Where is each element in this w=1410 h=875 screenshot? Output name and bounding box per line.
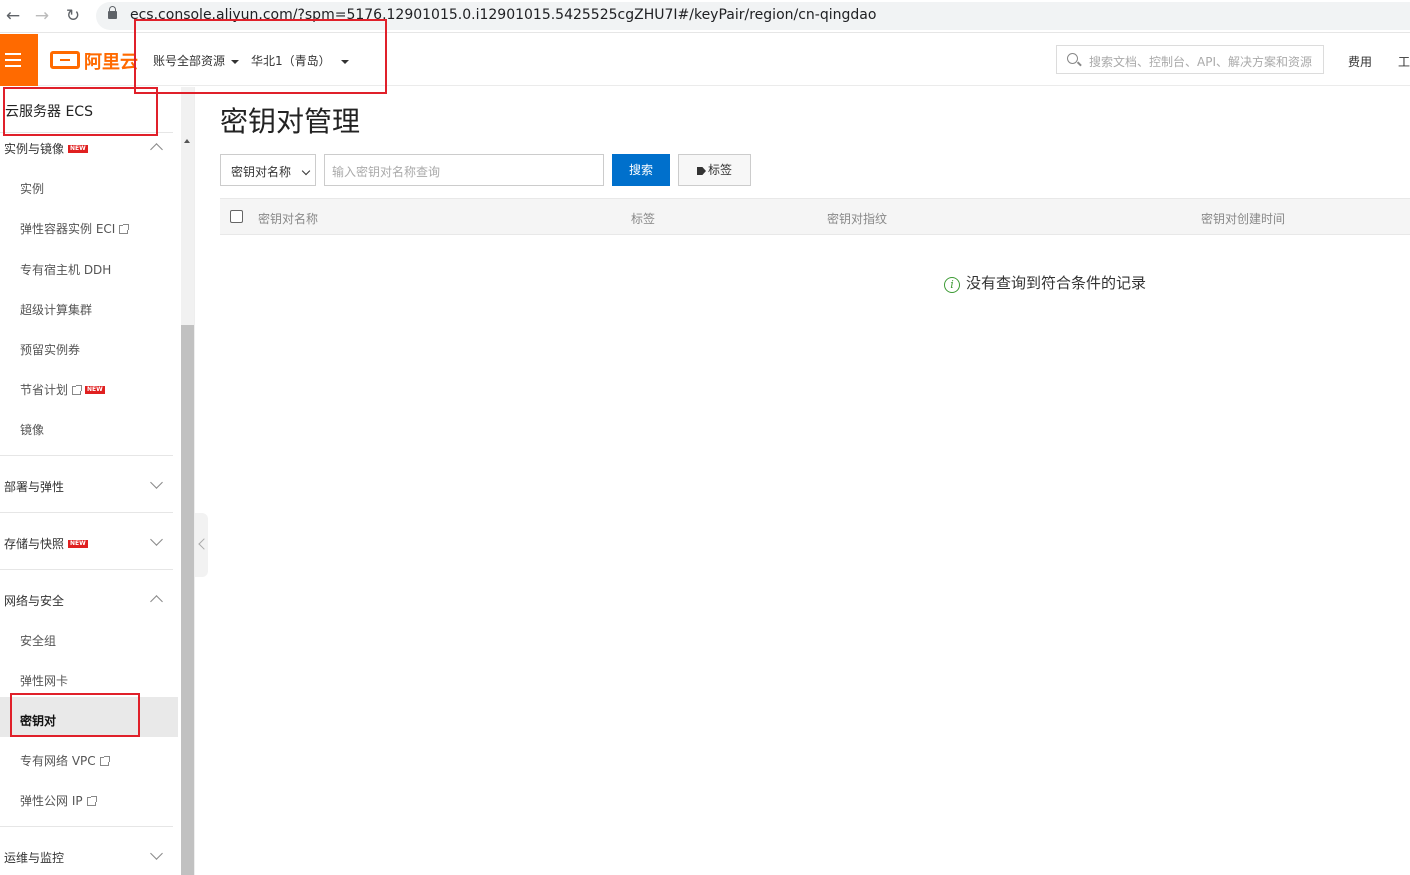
column-header-created-time: 密钥对创建时间 xyxy=(1201,212,1286,226)
sidebar: 云服务器 ECS 实例与镜像 NEW 实例 弹性容器实例 ECI 专有宿主机 DD… xyxy=(0,87,195,875)
browser-bar: ← → ↻ ecs.console.aliyun.com/?spm=5176.1… xyxy=(0,0,1410,33)
sidebar-collapse-handle[interactable] xyxy=(195,513,208,577)
column-header-name: 密钥对名称 xyxy=(258,212,319,226)
sidebar-item-instances[interactable]: 实例 xyxy=(20,180,44,197)
chevron-down-icon[interactable] xyxy=(150,533,163,546)
info-icon: i xyxy=(944,277,960,293)
chevron-down-icon[interactable] xyxy=(150,476,163,489)
region-dropdown[interactable]: 华北1（青岛） xyxy=(251,52,349,69)
group-label: 存储与快照 xyxy=(4,537,65,551)
sidebar-item-key-pairs[interactable]: 密钥对 xyxy=(20,712,56,729)
sidebar-item-vpc[interactable]: 专有网络 VPC xyxy=(20,752,110,769)
item-label: 弹性容器实例 ECI xyxy=(20,222,116,236)
aliyun-logo-icon xyxy=(50,51,80,69)
sidebar-item-scc[interactable]: 超级计算集群 xyxy=(20,301,92,318)
new-badge: NEW xyxy=(68,540,88,548)
divider xyxy=(0,569,173,570)
sidebar-item-eni[interactable]: 弹性网卡 xyxy=(20,672,68,689)
external-link-icon xyxy=(99,756,110,766)
scroll-up-arrow-icon[interactable] xyxy=(184,139,190,143)
sidebar-group-deploy-elastic[interactable]: 部署与弹性 xyxy=(4,478,64,495)
external-link-icon xyxy=(119,224,130,234)
table-header: 密钥对名称 标签 密钥对指纹 密钥对创建时间 xyxy=(220,198,1410,235)
chevron-down-icon xyxy=(301,166,311,176)
chevron-up-icon[interactable] xyxy=(150,595,163,608)
keypair-search-input[interactable]: 输入密钥对名称查询 xyxy=(324,154,604,186)
sidebar-title: 云服务器 ECS xyxy=(5,104,93,120)
lock-icon xyxy=(108,6,117,19)
filter-select-value: 密钥对名称 xyxy=(231,165,292,179)
search-button[interactable]: 搜索 xyxy=(612,154,670,186)
reload-icon[interactable]: ↻ xyxy=(62,5,84,27)
sidebar-item-reserved-instances[interactable]: 预留实例券 xyxy=(20,341,80,358)
chevron-up-icon[interactable] xyxy=(150,143,163,156)
external-link-icon xyxy=(86,796,97,806)
account-dropdown-label: 账号全部资源 xyxy=(153,54,226,68)
sidebar-item-savings-plan[interactable]: 节省计划 NEW xyxy=(20,381,105,398)
divider xyxy=(0,132,173,133)
tag-button[interactable]: 标签 xyxy=(678,154,751,186)
filter-field-select[interactable]: 密钥对名称 xyxy=(220,154,316,186)
search-icon xyxy=(1067,53,1078,64)
caret-down-icon xyxy=(231,59,240,64)
menu-icon[interactable] xyxy=(0,34,38,86)
sidebar-group-network-security[interactable]: 网络与安全 xyxy=(4,592,64,609)
sidebar-item-eci[interactable]: 弹性容器实例 ECI xyxy=(20,220,130,237)
region-dropdown-label: 华北1（青岛） xyxy=(251,54,331,68)
sidebar-item-security-groups[interactable]: 安全组 xyxy=(20,632,56,649)
fee-link[interactable]: 费用 xyxy=(1348,53,1372,70)
column-header-tags: 标签 xyxy=(631,212,656,226)
caret-down-icon xyxy=(340,59,349,64)
new-badge: NEW xyxy=(68,145,88,153)
global-search-placeholder: 搜索文档、控制台、API、解决方案和资源 xyxy=(1089,55,1312,69)
forward-arrow-icon[interactable]: → xyxy=(31,5,53,27)
page-title: 密钥对管理 xyxy=(220,105,361,138)
external-link-icon xyxy=(72,385,83,395)
item-label: 节省计划 xyxy=(20,383,69,397)
chevron-down-icon[interactable] xyxy=(150,847,163,860)
account-resource-dropdown[interactable]: 账号全部资源 xyxy=(153,52,240,69)
sidebar-item-images[interactable]: 镜像 xyxy=(20,421,44,438)
address-bar[interactable]: ecs.console.aliyun.com/?spm=5176.1290101… xyxy=(96,2,1410,30)
item-label: 专有网络 VPC xyxy=(20,754,96,768)
tag-icon xyxy=(696,167,706,175)
sidebar-item-eip[interactable]: 弹性公网 IP xyxy=(20,792,97,809)
global-search-input[interactable]: 搜索文档、控制台、API、解决方案和资源 xyxy=(1056,45,1324,74)
sidebar-group-storage-snapshots[interactable]: 存储与快照 NEW xyxy=(4,535,88,552)
group-label: 实例与镜像 xyxy=(4,142,65,156)
logo-text: 阿里云 xyxy=(84,52,138,73)
divider xyxy=(0,826,173,827)
divider xyxy=(0,512,173,513)
select-all-checkbox[interactable] xyxy=(230,210,243,223)
back-arrow-icon[interactable]: ← xyxy=(2,5,24,27)
divider xyxy=(0,455,173,456)
empty-state: i 没有查询到符合条件的记录 xyxy=(944,272,1146,293)
new-badge: NEW xyxy=(85,386,105,394)
sidebar-item-ddh[interactable]: 专有宿主机 DDH xyxy=(20,261,111,278)
sidebar-scrollbar-thumb[interactable] xyxy=(181,325,194,875)
workorder-link[interactable]: 工 xyxy=(1398,53,1410,70)
keypair-search-placeholder: 输入密钥对名称查询 xyxy=(332,165,441,179)
tag-button-label: 标签 xyxy=(707,163,732,177)
sidebar-group-ops-monitoring[interactable]: 运维与监控 xyxy=(4,849,64,866)
column-header-fingerprint: 密钥对指纹 xyxy=(827,212,888,226)
console-topnav: 阿里云 账号全部资源 华北1（青岛） 搜索文档、控制台、API、解决方案和资源 … xyxy=(0,34,1410,86)
empty-state-text: 没有查询到符合条件的记录 xyxy=(966,274,1147,292)
sidebar-group-instances-images[interactable]: 实例与镜像 NEW xyxy=(4,140,88,157)
url-text: ecs.console.aliyun.com/?spm=5176.1290101… xyxy=(130,7,877,23)
item-label: 弹性公网 IP xyxy=(20,794,83,808)
